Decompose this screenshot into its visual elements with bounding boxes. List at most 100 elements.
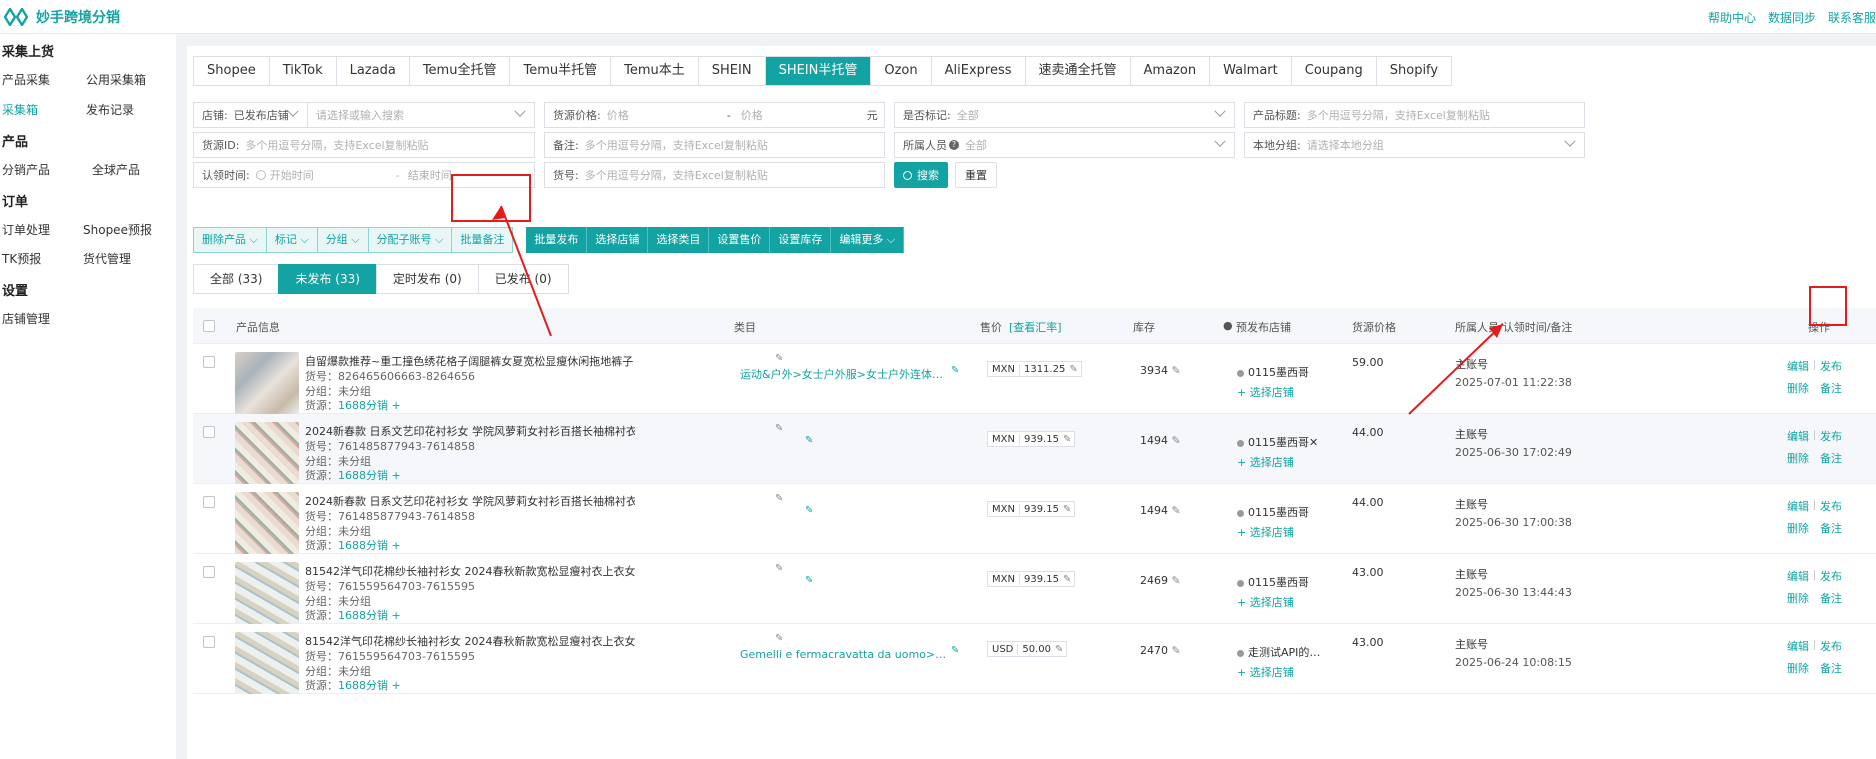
publish-button[interactable]: 发布 <box>1820 358 1842 374</box>
owner-select[interactable]: 所属人员? 全部 <box>894 132 1235 158</box>
tab-shein-semi[interactable]: SHEIN半托管 <box>765 57 872 85</box>
delete-button[interactable]: 删除 <box>1787 590 1809 606</box>
edit-icon[interactable]: ✎ <box>1055 644 1066 655</box>
edit-icon[interactable]: ✎ <box>1063 504 1074 515</box>
edit-icon[interactable]: ✎ <box>775 634 785 644</box>
sidebar-item-collect-box[interactable]: 采集箱 <box>2 101 38 118</box>
tab-published[interactable]: 已发布 (0) <box>477 264 569 294</box>
edit-button[interactable]: 编辑 <box>1787 638 1809 654</box>
tab-lazada[interactable]: Lazada <box>336 57 410 85</box>
title-input[interactable]: 产品标题: 多个用逗号分隔，支持Excel复制粘贴 <box>1244 102 1585 128</box>
product-image[interactable] <box>235 492 299 554</box>
edit-icon[interactable]: ✎ <box>775 424 785 434</box>
sidebar-item-publish-log[interactable]: 发布记录 <box>86 101 134 118</box>
delete-products-button[interactable]: 删除产品 ⌵ <box>193 227 267 253</box>
price-field[interactable]: MXN 939.15 ✎ <box>987 571 1076 587</box>
assign-subaccount-button[interactable]: 分配子账号 ⌵ <box>367 227 453 253</box>
batch-publish-button[interactable]: 批量发布 <box>526 227 588 253</box>
select-store-button[interactable]: 选择店铺 <box>587 227 649 253</box>
product-image[interactable] <box>235 562 299 624</box>
store-search-select[interactable]: 请选择或输入搜索 <box>307 102 535 128</box>
publish-button[interactable]: 发布 <box>1820 498 1842 514</box>
set-price-button[interactable]: 设置售价 <box>709 227 771 253</box>
category-link[interactable]: 运动&户外>女士户外服>女士户外连体衣&连… <box>740 366 950 382</box>
publish-button[interactable]: 发布 <box>1820 568 1842 584</box>
tab-aliexpress[interactable]: AliExpress <box>931 57 1026 85</box>
group-button[interactable]: 分组 ⌵ <box>316 227 369 253</box>
edit-category-icon[interactable]: ✎ <box>805 436 815 446</box>
mark-button[interactable]: 标记 ⌵ <box>265 227 318 253</box>
edit-icon[interactable]: ✎ <box>1063 434 1074 445</box>
edit-more-button[interactable]: 编辑更多 ⌵ <box>831 227 905 253</box>
edit-button[interactable]: 编辑 <box>1787 498 1809 514</box>
edit-icon[interactable]: ✎ <box>1063 574 1074 585</box>
edit-icon[interactable]: ✎ <box>1172 504 1181 517</box>
row-checkbox[interactable] <box>203 566 215 578</box>
product-title[interactable]: 81542洋气印花棉纱长袖衬衫女 2024春秋新款宽松显瘦衬衣上衣女 <box>305 563 635 579</box>
plus-icon[interactable]: + <box>392 399 401 412</box>
select-shop-link[interactable]: + 选择店铺 <box>1237 524 1294 540</box>
tab-temu-local[interactable]: Temu本土 <box>611 57 699 85</box>
delete-button[interactable]: 删除 <box>1787 450 1809 466</box>
store-select[interactable]: 店铺: 已发布店铺 <box>193 102 308 128</box>
sidebar-item-forwarder[interactable]: 货代管理 <box>83 250 131 267</box>
product-title[interactable]: 自留爆款推荐~重工撞色绣花格子阔腿裤女夏宽松显瘦休闲拖地裤子 <box>305 353 635 369</box>
price-field[interactable]: USD 50.00 ✎ <box>987 641 1068 657</box>
sidebar-item-product-collect[interactable]: 产品采集 <box>2 71 50 88</box>
batch-note-button[interactable]: 批量备注 <box>451 227 514 253</box>
contact-link[interactable]: 联系客服 <box>1828 9 1876 26</box>
search-button[interactable]: 搜索 <box>894 162 948 188</box>
data-sync-link[interactable]: 数据同步 <box>1768 9 1816 26</box>
edit-button[interactable]: 编辑 <box>1787 358 1809 374</box>
publish-button[interactable]: 发布 <box>1820 428 1842 444</box>
edit-button[interactable]: 编辑 <box>1787 568 1809 584</box>
tab-ozon[interactable]: Ozon <box>871 57 932 85</box>
sidebar-item-tk-forecast[interactable]: TK预报 <box>2 250 41 267</box>
row-checkbox[interactable] <box>203 426 215 438</box>
source-price-range[interactable]: 货源价格: 价格 - 价格 元 <box>544 102 885 128</box>
product-title[interactable]: 81542洋气印花棉纱长袖衬衫女 2024春秋新款宽松显瘦衬衣上衣女 <box>305 633 635 649</box>
delete-button[interactable]: 删除 <box>1787 380 1809 396</box>
tab-all[interactable]: 全部 (33) <box>193 264 280 294</box>
tab-shopify[interactable]: Shopify <box>1376 57 1453 85</box>
note-button[interactable]: 备注 <box>1820 380 1842 396</box>
reset-button[interactable]: 重置 <box>955 162 997 188</box>
tab-scheduled[interactable]: 定时发布 (0) <box>375 264 479 294</box>
tab-temu-full[interactable]: Temu全托管 <box>409 57 511 85</box>
product-image[interactable] <box>235 352 299 414</box>
plus-icon[interactable]: + <box>392 609 401 622</box>
select-shop-link[interactable]: + 选择店铺 <box>1237 594 1294 610</box>
source-link[interactable]: 1688分销 <box>338 399 388 412</box>
source-link[interactable]: 1688分销 <box>338 539 388 552</box>
select-shop-link[interactable]: + 选择店铺 <box>1237 664 1294 680</box>
edit-button[interactable]: 编辑 <box>1787 428 1809 444</box>
source-link[interactable]: 1688分销 <box>338 679 388 692</box>
sidebar-item-distribution[interactable]: 分销产品 <box>2 161 50 178</box>
price-field[interactable]: MXN 939.15 ✎ <box>987 501 1076 517</box>
sidebar-item-shopee-forecast[interactable]: Shopee预报 <box>83 221 152 238</box>
product-image[interactable] <box>235 422 299 484</box>
delete-button[interactable]: 删除 <box>1787 520 1809 536</box>
plus-icon[interactable]: + <box>392 679 401 692</box>
source-link[interactable]: 1688分销 <box>338 469 388 482</box>
edit-icon[interactable]: ✎ <box>775 354 785 364</box>
plus-icon[interactable]: + <box>392 539 401 552</box>
edit-icon[interactable]: ✎ <box>1172 574 1181 587</box>
edit-category-icon[interactable]: ✎ <box>805 506 815 516</box>
tab-aliexpress-full[interactable]: 速卖通全托管 <box>1025 57 1131 85</box>
row-checkbox[interactable] <box>203 496 215 508</box>
note-input[interactable]: 备注: 多个用逗号分隔，支持Excel复制粘贴 <box>544 132 885 158</box>
local-group-select[interactable]: 本地分组: 请选择本地分组 <box>1244 132 1585 158</box>
delete-button[interactable]: 删除 <box>1787 660 1809 676</box>
note-button[interactable]: 备注 <box>1820 660 1842 676</box>
marked-select[interactable]: 是否标记: 全部 <box>894 102 1235 128</box>
view-rate-link[interactable]: [查看汇率] <box>1009 319 1062 335</box>
edit-category-icon[interactable]: ✎ <box>951 366 961 376</box>
note-button[interactable]: 备注 <box>1820 520 1842 536</box>
tab-walmart[interactable]: Walmart <box>1210 57 1292 85</box>
sidebar-item-shops[interactable]: 店铺管理 <box>2 310 50 327</box>
category-link[interactable]: Gemelli e fermacravatta da uomo>定制女士… <box>740 646 950 662</box>
help-link[interactable]: 帮助中心 <box>1708 9 1756 26</box>
edit-icon[interactable]: ✎ <box>775 494 785 504</box>
plus-icon[interactable]: + <box>392 469 401 482</box>
